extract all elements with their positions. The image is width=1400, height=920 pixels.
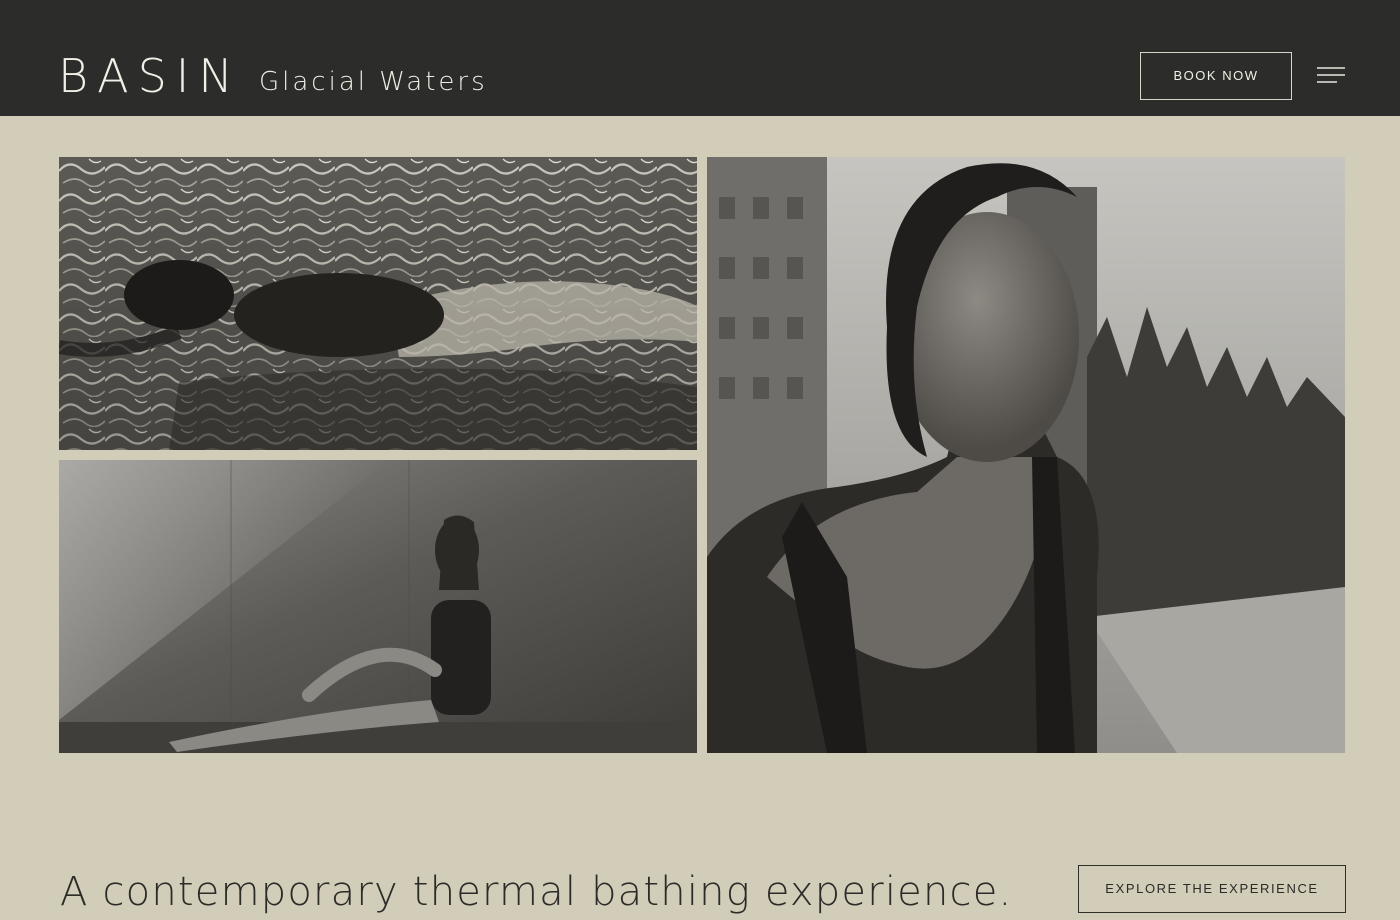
- explore-experience-button[interactable]: EXPLORE THE EXPERIENCE: [1078, 865, 1346, 913]
- hamburger-menu-icon[interactable]: [1317, 67, 1345, 85]
- photo-woman-portrait-outdoors: [707, 157, 1345, 753]
- photo-woman-sitting-by-wall: [59, 460, 697, 753]
- book-now-button[interactable]: BOOK NOW: [1140, 52, 1292, 100]
- site-header: BASIN Glacial Waters BOOK NOW: [0, 0, 1400, 116]
- site-tagline: Glacial Waters: [259, 67, 488, 97]
- site-logo[interactable]: BASIN: [58, 50, 242, 102]
- photo-swimmer-underwater: [59, 157, 697, 450]
- intro-headline: A contemporary thermal bathing experienc…: [60, 869, 1013, 915]
